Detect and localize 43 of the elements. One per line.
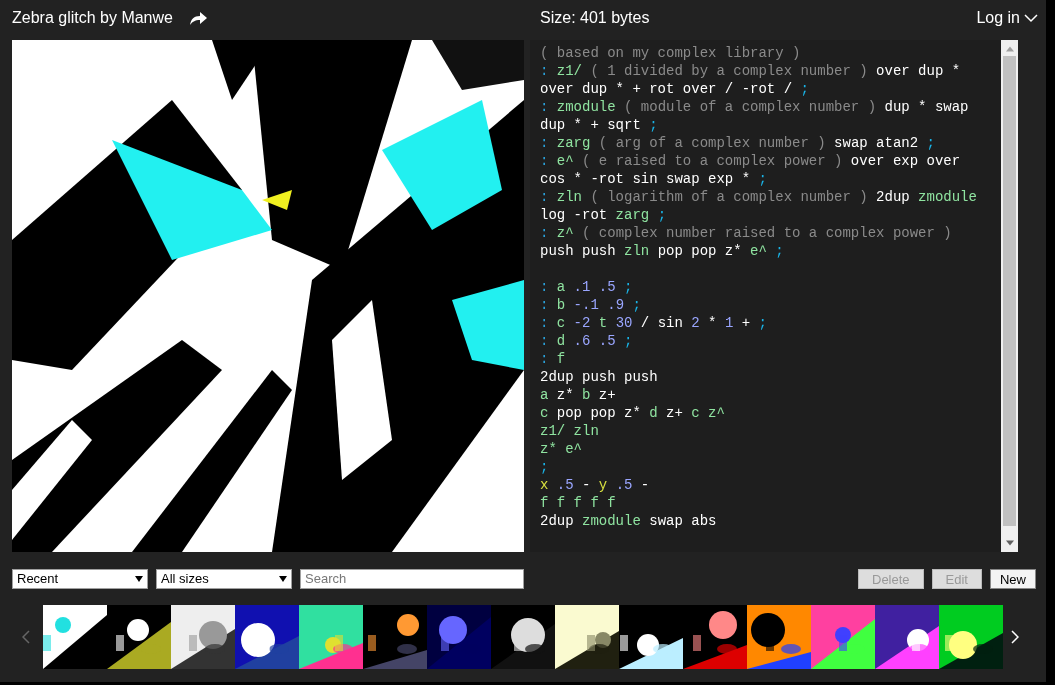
code-line: dup * + sqrt ; bbox=[540, 116, 659, 134]
code-line: a z* b z+ bbox=[540, 386, 617, 404]
code-line: : zmodule ( module of a complex number ) dup * swap bbox=[540, 98, 970, 116]
scrollbar[interactable] bbox=[1001, 40, 1018, 552]
search-field[interactable]: Search bbox=[300, 568, 524, 589]
code-line: c pop pop z* d z+ c z^ bbox=[540, 404, 726, 422]
filter-dropdown[interactable]: Recent bbox=[12, 568, 148, 589]
code-line: : e^ ( e raised to a complex power ) over exp over bbox=[540, 152, 962, 170]
code-line: push push zln pop pop z* e^ ; bbox=[540, 242, 785, 260]
code-editor[interactable] bbox=[530, 40, 1018, 552]
code-line: x .5 - y .5 - bbox=[540, 476, 651, 494]
filter-dropdown[interactable]: All sizes bbox=[156, 568, 292, 589]
code-line: : zln ( logarithm of a complex number ) 2dup zmodule bbox=[540, 188, 978, 206]
code-line: 2dup push push bbox=[540, 368, 659, 386]
code-line: : zarg ( arg of a complex number ) swap atan2 ; bbox=[540, 134, 936, 152]
share-icon[interactable] bbox=[188, 10, 209, 26]
code-line: : d .6 .5 ; bbox=[540, 332, 634, 350]
code-line: z* e^ bbox=[540, 440, 583, 458]
caret-icon bbox=[279, 575, 287, 582]
code-line: ( based on my complex library ) bbox=[540, 44, 802, 62]
code-line: 2dup zmodule swap abs bbox=[540, 512, 718, 530]
scrollbar-thumb[interactable] bbox=[1003, 56, 1016, 526]
code-line: : a .1 .5 ; bbox=[540, 278, 634, 296]
code-line: : z^ ( complex number raised to a complex power ) bbox=[540, 224, 953, 242]
chevron-left-icon[interactable] bbox=[22, 630, 30, 644]
code-line: over dup * + rot over / -rot / ; bbox=[540, 80, 810, 98]
code-line: : z1/ ( 1 divided by a complex number ) over dup * bbox=[540, 62, 962, 80]
code-line: : b -.1 .9 ; bbox=[540, 296, 642, 314]
code-line: cos * -rot sin swap exp * ; bbox=[540, 170, 768, 188]
chevron-right-icon[interactable] bbox=[1011, 630, 1019, 644]
page-title: Zebra glitch by Manwe bbox=[12, 8, 173, 28]
code-line: : f bbox=[540, 350, 567, 368]
size-label: Size: 401 bytes bbox=[540, 8, 650, 28]
code-line: z1/ zln bbox=[540, 422, 600, 440]
code-line: : c -2 t 30 / sin 2 * 1 + ; bbox=[540, 314, 768, 332]
code-line: f f f f f bbox=[540, 494, 617, 512]
action-button[interactable]: New bbox=[990, 568, 1036, 589]
chevron-down-icon bbox=[1024, 13, 1038, 23]
login-menu[interactable]: Log in bbox=[976, 6, 1038, 30]
code-line: log -rot zarg ; bbox=[540, 206, 668, 224]
scroll-down-icon[interactable] bbox=[1005, 540, 1014, 546]
code-line: ; bbox=[540, 458, 550, 476]
caret-icon bbox=[135, 575, 143, 582]
